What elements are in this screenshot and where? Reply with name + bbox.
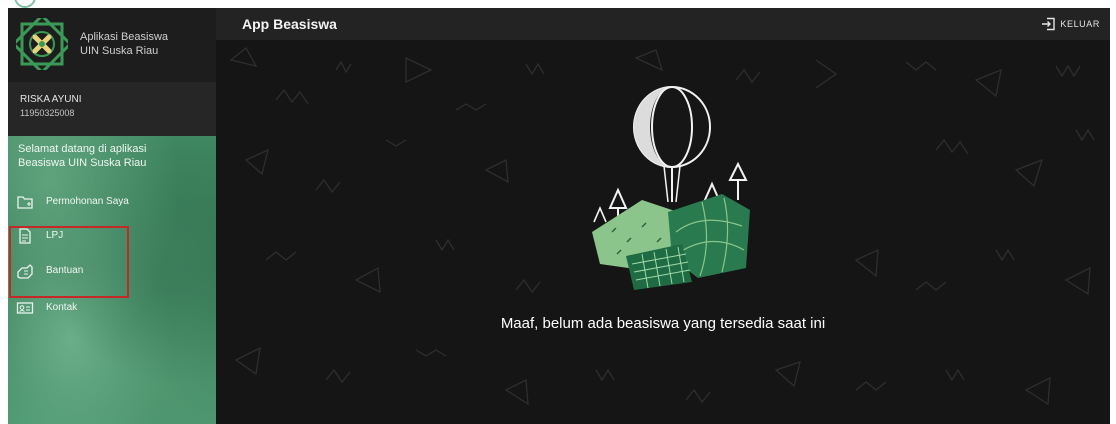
sidebar-item-bantuan[interactable]: Bantuan <box>8 257 216 285</box>
welcome-line1: Selamat datang di aplikasi <box>18 143 147 155</box>
sidebar-item-label: Bantuan <box>46 265 84 276</box>
empty-state-illustration <box>592 86 750 290</box>
page-title: App Beasiswa <box>242 16 337 32</box>
contact-card-icon <box>16 302 34 314</box>
sidebar-item-permohonan-saya[interactable]: Permohonan Saya <box>8 188 216 216</box>
sidebar-header: Aplikasi Beasiswa UIN Suska Riau <box>8 8 216 82</box>
corner-mark <box>14 0 36 8</box>
user-id: 11950325008 <box>20 108 75 118</box>
sidebar-item-label: Permohonan Saya <box>46 196 129 207</box>
logout-label: KELUAR <box>1060 19 1100 29</box>
app-title: Aplikasi Beasiswa UIN Suska Riau <box>80 30 210 58</box>
sidebar-item-label: Kontak <box>46 302 78 313</box>
top-bar: App Beasiswa KELUAR <box>216 8 1110 40</box>
app-title-line1: Aplikasi Beasiswa <box>80 31 169 43</box>
main-content: App Beasiswa KELUAR Maaf, belum ada beas… <box>216 8 1110 424</box>
app-title-line2: UIN Suska Riau <box>80 45 159 57</box>
logout-icon <box>1042 17 1056 31</box>
user-profile: RISKA AYUNI 11950325008 <box>8 82 216 136</box>
welcome-line2: Beasiswa UIN Suska Riau <box>18 157 147 169</box>
uin-logo <box>16 18 68 70</box>
logout-button[interactable]: KELUAR <box>1041 15 1100 33</box>
sidebar-menu-panel: Selamat datang di aplikasi Beasiswa UIN … <box>8 136 216 424</box>
app-frame: Aplikasi Beasiswa UIN Suska Riau RISKA A… <box>8 8 1110 424</box>
document-icon <box>19 228 31 244</box>
sidebar-item-label: LPJ <box>46 230 64 241</box>
welcome-text: Selamat datang di aplikasi Beasiswa UIN … <box>18 142 198 170</box>
help-hand-icon <box>17 264 33 279</box>
user-name: RISKA AYUNI <box>20 94 82 105</box>
folder-icon <box>17 196 33 209</box>
sidebar: Aplikasi Beasiswa UIN Suska Riau RISKA A… <box>8 8 216 424</box>
empty-state-message: Maaf, belum ada beasiswa yang tersedia s… <box>500 315 826 332</box>
sidebar-item-lpj[interactable]: LPJ <box>8 222 216 250</box>
sidebar-item-kontak[interactable]: Kontak <box>8 294 216 322</box>
